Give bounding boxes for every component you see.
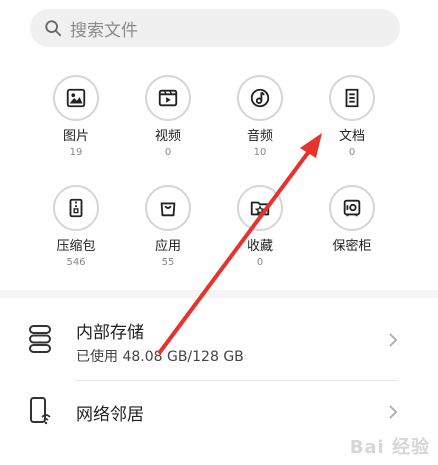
- category-label: 应用: [154, 239, 181, 254]
- section-divider: [0, 290, 438, 298]
- chevron-right-icon: [389, 333, 398, 347]
- favorite-folder-icon: [237, 185, 283, 231]
- row-separator: [76, 380, 398, 381]
- category-documents[interactable]: 文档 0: [306, 75, 398, 159]
- zip-icon: [53, 185, 99, 231]
- video-icon: [145, 75, 191, 121]
- storage-usage: 已使用 48.08 GB/128 GB: [76, 349, 244, 365]
- category-label: 压缩包: [56, 239, 96, 254]
- network-title: 网络邻居: [76, 405, 144, 425]
- document-icon: [329, 75, 375, 121]
- category-grid: 图片 19 视频 0 音频 10 文档 0 压缩包 546 应用 55 收藏 0…: [0, 75, 438, 275]
- storage-icon: [29, 325, 51, 353]
- category-count: 0: [164, 147, 172, 158]
- category-images[interactable]: 图片 19: [30, 75, 122, 159]
- category-label: 视频: [154, 129, 181, 144]
- category-count: 0: [348, 147, 356, 158]
- safe-icon: [329, 185, 375, 231]
- category-count: 546: [66, 257, 86, 268]
- search-bar[interactable]: 搜索文件: [30, 9, 400, 47]
- category-count: 0: [256, 257, 264, 268]
- category-audio[interactable]: 音频 10: [214, 75, 306, 159]
- audio-icon: [237, 75, 283, 121]
- category-label: 文档: [338, 129, 365, 144]
- category-label: 保密柜: [332, 239, 372, 254]
- category-label: 音频: [246, 129, 273, 144]
- storage-title: 内部存储: [76, 323, 144, 343]
- search-icon: [45, 20, 62, 37]
- category-favorites[interactable]: 收藏 0: [214, 185, 306, 269]
- category-safe[interactable]: 保密柜: [306, 185, 398, 257]
- category-label: 收藏: [246, 239, 273, 254]
- category-videos[interactable]: 视频 0: [122, 75, 214, 159]
- category-apps[interactable]: 应用 55: [122, 185, 214, 269]
- watermark: Bai 经验: [349, 437, 430, 458]
- category-count: 55: [161, 257, 175, 268]
- internal-storage-row[interactable]: 内部存储 已使用 48.08 GB/128 GB: [0, 310, 438, 372]
- app-bag-icon: [145, 185, 191, 231]
- network-device-icon: [30, 397, 51, 425]
- chevron-right-icon: [389, 405, 398, 419]
- image-icon: [53, 75, 99, 121]
- category-label: 图片: [62, 129, 89, 144]
- category-count: 10: [253, 147, 267, 158]
- category-archives[interactable]: 压缩包 546: [30, 185, 122, 269]
- category-count: 19: [69, 147, 83, 158]
- network-neighbors-row[interactable]: 网络邻居: [0, 390, 438, 436]
- search-placeholder: 搜索文件: [70, 20, 138, 41]
